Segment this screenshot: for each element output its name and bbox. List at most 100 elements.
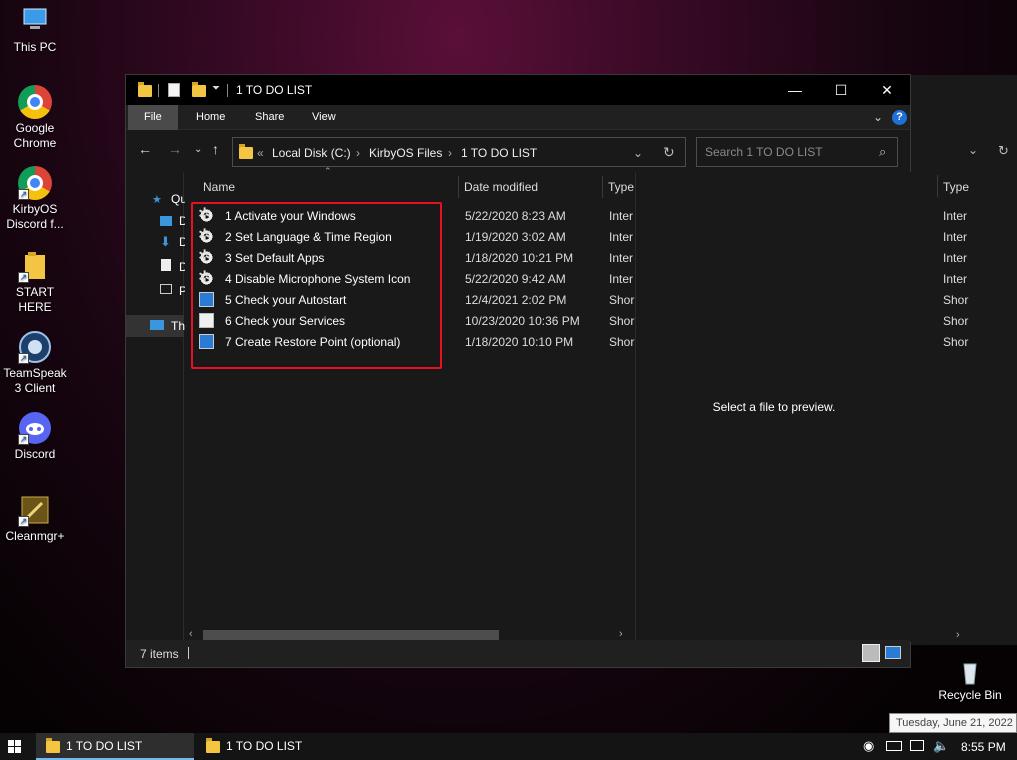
- search-icon[interactable]: ⌕: [879, 144, 886, 160]
- title-bar[interactable]: ⏷ 1 TO DO LIST — ☐ ✕: [126, 75, 910, 105]
- bg-type-cell: Inter: [943, 209, 968, 223]
- desktop-icon-recycle-bin[interactable]: Recycle Bin: [935, 660, 1005, 703]
- file-date: 12/4/2021 2:02 PM: [465, 293, 567, 307]
- tab-share[interactable]: Share: [245, 105, 294, 130]
- navigation-bar: ← → ⌄ ↑ « Local Disk (C:) › KirbyOS File…: [126, 130, 910, 172]
- address-bar[interactable]: « Local Disk (C:) › KirbyOS Files › 1 TO…: [232, 137, 686, 167]
- bg-type-cell: Shor: [943, 293, 969, 307]
- file-date: 10/23/2020 10:36 PM: [465, 314, 580, 328]
- folder-icon: [138, 82, 152, 97]
- folder-icon: [46, 738, 60, 753]
- column-separator: [458, 176, 459, 198]
- breadcrumb-current-folder[interactable]: 1 TO DO LIST: [461, 146, 537, 160]
- help-button[interactable]: ?: [892, 110, 907, 125]
- nav-item-label: Th: [171, 319, 186, 333]
- tab-view[interactable]: View: [302, 105, 346, 130]
- battery-icon[interactable]: [886, 741, 902, 751]
- maximize-button[interactable]: ☐: [818, 75, 864, 105]
- desktop-icon-google-chrome[interactable]: Google Chrome: [0, 85, 70, 151]
- breadcrumb-separator[interactable]: ›: [356, 146, 360, 160]
- windows-logo-icon: [8, 740, 21, 753]
- taskbar-item-label: 1 TO DO LIST: [226, 739, 303, 753]
- column-header-name[interactable]: Name: [203, 180, 235, 200]
- quick-access-dropdown-icon[interactable]: ⏷: [212, 83, 220, 94]
- dropdown-icon[interactable]: ⌄: [968, 143, 978, 157]
- refresh-icon[interactable]: ↻: [998, 143, 1009, 159]
- file-type: Inter: [609, 209, 634, 223]
- search-input[interactable]: [705, 145, 875, 159]
- forward-arrow-icon[interactable]: →: [168, 141, 182, 157]
- details-view-button[interactable]: [862, 644, 880, 662]
- breadcrumb-separator[interactable]: ›: [448, 146, 452, 160]
- breadcrumb-kirbyos-files[interactable]: KirbyOS Files: [369, 146, 442, 160]
- start-button[interactable]: [0, 733, 30, 760]
- address-dropdown-icon[interactable]: ⌄: [633, 146, 643, 160]
- desktop-icon-label: Cleanmgr+: [5, 529, 65, 543]
- document-icon: [161, 259, 171, 271]
- desktop-icon-teamspeak[interactable]: ↗ TeamSpeak 3 Client: [0, 330, 70, 396]
- large-icons-view-button[interactable]: [885, 646, 901, 659]
- taskbar-item-explorer-2[interactable]: 1 TO DO LIST: [196, 733, 354, 760]
- tab-home[interactable]: Home: [186, 105, 235, 130]
- desktop-icon-kirbyos-discord[interactable]: ↗ KirbyOS Discord f...: [0, 166, 70, 232]
- clock[interactable]: 8:55 PM: [961, 740, 1006, 754]
- expand-ribbon-icon[interactable]: ⌄: [873, 110, 883, 124]
- chrome-icon: ↗: [18, 166, 52, 200]
- bg-type-cell: Inter: [943, 230, 968, 244]
- desktop-icon-this-pc[interactable]: This PC: [0, 4, 70, 55]
- webcam-icon[interactable]: ◉: [863, 738, 874, 754]
- pictures-icon: [160, 284, 172, 294]
- desktop-icon-cleanmgr[interactable]: ↗ Cleanmgr+: [0, 493, 70, 544]
- network-icon[interactable]: [910, 740, 924, 751]
- file-type: Inter: [609, 251, 634, 265]
- file-type: Shor: [609, 314, 635, 328]
- minimize-button[interactable]: —: [772, 75, 818, 105]
- scroll-right-icon[interactable]: ›: [956, 629, 960, 641]
- bg-column-header-type[interactable]: Type: [943, 180, 969, 194]
- nav-item-this-pc[interactable]: Th: [126, 315, 186, 337]
- volume-icon[interactable]: 🔈: [933, 738, 949, 754]
- monitor-icon: [150, 320, 164, 330]
- scroll-left-icon[interactable]: ‹: [189, 628, 193, 640]
- desktop-icon-start-here[interactable]: ↗ START HERE: [0, 249, 70, 315]
- monitor-icon: [18, 4, 52, 38]
- breadcrumb-local-disk[interactable]: Local Disk (C:): [272, 146, 351, 160]
- desktop-icon-label: Google Chrome: [13, 121, 57, 150]
- background-explorer-window[interactable]: ⌄ ↻ Type Inter Inter Inter Inter Shor Sh…: [910, 75, 1017, 645]
- shortcut-arrow-icon: ↗: [18, 189, 29, 200]
- star-icon: ★: [152, 194, 162, 206]
- window-title: 1 TO DO LIST: [236, 83, 313, 97]
- column-header-date[interactable]: Date modified: [464, 180, 538, 200]
- shortcut-arrow-icon: ↗: [18, 434, 29, 445]
- folder-icon: ↗: [18, 249, 52, 283]
- file-type: Inter: [609, 230, 634, 244]
- preview-message: Select a file to preview.: [712, 400, 836, 414]
- desktop-icon-label: TeamSpeak 3 Client: [3, 366, 67, 395]
- column-header-type[interactable]: Type: [608, 180, 634, 200]
- explorer-window[interactable]: ⏷ 1 TO DO LIST — ☐ ✕ File Home Share Vie…: [125, 74, 911, 668]
- item-count: 7 items: [140, 647, 179, 661]
- search-box[interactable]: ⌕: [696, 137, 898, 167]
- desktop-folder-icon: [160, 216, 172, 226]
- shortcut-arrow-icon: ↗: [18, 516, 29, 527]
- recent-locations-icon[interactable]: ⌄: [194, 144, 202, 155]
- recycle-bin-icon: [953, 660, 987, 686]
- breadcrumb-overflow[interactable]: «: [257, 146, 264, 160]
- desktop-icon-label: KirbyOS Discord f...: [6, 202, 64, 231]
- folder-icon: [239, 144, 253, 159]
- file-date: 5/22/2020 9:42 AM: [465, 272, 566, 286]
- file-type: Shor: [609, 293, 635, 307]
- refresh-icon[interactable]: ↻: [663, 144, 675, 161]
- scroll-right-icon[interactable]: ›: [619, 628, 623, 640]
- file-date: 1/18/2020 10:21 PM: [465, 251, 574, 265]
- up-arrow-icon[interactable]: ↑: [212, 141, 219, 157]
- taskbar-item-explorer[interactable]: 1 TO DO LIST: [36, 733, 194, 760]
- properties-icon[interactable]: [168, 83, 180, 97]
- taskbar: 1 TO DO LIST 1 TO DO LIST ◉ 🔈 8:55 PM: [0, 733, 1017, 760]
- desktop-icon-label: Discord: [14, 447, 56, 461]
- close-button[interactable]: ✕: [864, 75, 910, 105]
- back-arrow-icon[interactable]: ←: [138, 141, 152, 157]
- new-folder-icon[interactable]: [192, 82, 206, 97]
- desktop-icon-discord[interactable]: ↗ Discord: [0, 411, 70, 462]
- tab-file[interactable]: File: [128, 105, 178, 130]
